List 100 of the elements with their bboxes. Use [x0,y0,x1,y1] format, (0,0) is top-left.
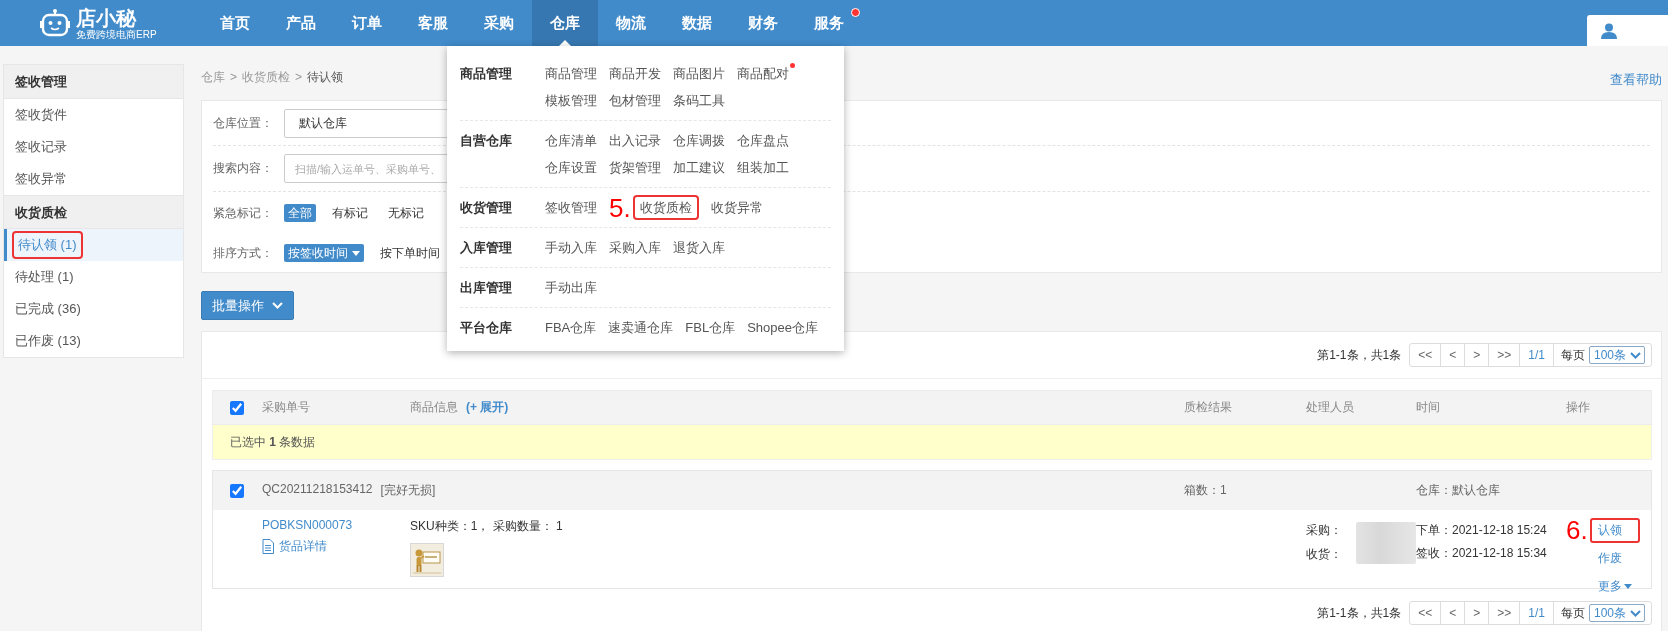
page-button[interactable]: > [1465,344,1490,366]
breadcrumb-separator: > [230,69,237,84]
page-button[interactable]: >> [1489,344,1521,366]
nav-tab[interactable]: 财务 [730,0,796,46]
per-page-select[interactable]: 100条 [1588,346,1645,364]
filter-option[interactable]: 全部 [284,204,316,222]
batch-actions-button[interactable]: 批量操作 [201,291,294,320]
menu-item[interactable]: 速卖通仓库 [608,314,674,341]
action-link[interactable]: 作废 [1589,546,1640,571]
action-link[interactable]: 更多 [1589,574,1640,599]
row-checkbox[interactable] [230,483,244,498]
sidebar-item[interactable]: 签收货件 [4,99,183,131]
selection-notice: 已选中 1 条数据 [230,433,316,451]
select-all-checkbox[interactable] [230,400,244,415]
filter-label: 紧急标记： [213,204,274,222]
chevron-icon [1630,609,1641,617]
column-header: 质检结果 [1184,400,1232,414]
user-icon [1601,22,1617,39]
menu-item[interactable]: 组装加工 [737,154,789,181]
menu-item[interactable]: 仓库盘点 [737,127,789,154]
user-menu[interactable] [1587,15,1668,46]
breadcrumb-current: 待认领 [307,69,344,84]
menu-item[interactable]: FBL仓库 [685,314,736,341]
sidebar-item[interactable]: 签收记录 [4,131,183,163]
menu-section-title: 自营仓库 [460,132,513,150]
time-text: 签收：2021-12-18 15:34 [1416,545,1548,562]
filter-label: 搜索内容： [213,160,274,177]
handler-label: 收货： [1306,546,1343,563]
column-header: 处理人员 [1306,400,1354,414]
menu-item[interactable]: 仓库设置 [545,154,597,181]
menu-item[interactable]: 仓库清单 [545,127,597,154]
menu-item[interactable]: 商品配对 [737,60,795,87]
filter-option[interactable]: 无标记 [384,204,428,222]
nav-tab[interactable]: 首页 [202,0,268,46]
sidebar-heading: 收货质检 [4,195,183,229]
nav-tab[interactable]: 仓库 [532,0,598,46]
chevron-icon [272,302,283,309]
menu-item[interactable]: 商品图片 [673,60,725,87]
page-button[interactable]: < [1441,602,1466,624]
sidebar-item[interactable]: 签收异常 [4,163,183,195]
filter-option[interactable]: 按下单时间 [376,244,444,262]
logo-text: 店小秘 [76,6,138,29]
menu-item[interactable]: 商品管理 [545,60,597,87]
page-button[interactable]: << [1410,344,1442,366]
page-indicator: 1/1 [1520,602,1554,624]
column-header: 操作 [1566,400,1590,414]
filter-option[interactable]: 按签收时间 [284,244,364,262]
sku-summary: SKU种类：1， 采购数量： 1 [410,518,564,535]
annotation-number: 6. [1566,518,1588,542]
detail-link[interactable]: 货品详情 [262,538,410,555]
menu-item[interactable]: 包材管理 [609,87,661,114]
per-page-select[interactable]: 100条 [1588,604,1645,622]
page-button[interactable]: >> [1489,602,1521,624]
menu-item[interactable]: 退货入库 [673,234,725,261]
menu-item[interactable]: 加工建议 [673,154,725,181]
inspection-code: QC20211218153412 [262,482,373,498]
annotation-number: 5. [609,195,631,220]
redacted-name [1356,522,1416,564]
menu-section-title: 商品管理 [460,65,513,83]
nav-tab[interactable]: 订单 [334,0,400,46]
nav-tab[interactable]: 采购 [466,0,532,46]
nav-tab[interactable]: 服务 [796,0,862,46]
pagination-summary: 第1-1条，共1条 [1317,346,1402,364]
menu-item[interactable]: 条码工具 [673,87,725,114]
sidebar-item[interactable]: 已作废 (13) [4,325,183,357]
page-button[interactable]: << [1410,602,1442,624]
nav-tab[interactable]: 客服 [400,0,466,46]
menu-item[interactable]: 采购入库 [609,234,661,261]
help-link[interactable]: 查看帮助 [1610,71,1662,89]
page-button[interactable]: > [1465,602,1490,624]
menu-item[interactable]: 商品开发 [609,60,661,87]
menu-item[interactable]: 收货异常 [710,194,763,221]
handler-label: 采购： [1306,522,1343,539]
document-icon [262,539,274,554]
logo-tagline: 免费跨境电商ERP [76,28,157,40]
menu-item[interactable]: 货架管理 [609,154,661,181]
menu-item[interactable]: FBA仓库 [545,314,597,341]
menu-item[interactable]: 出入记录 [609,127,661,154]
menu-item[interactable]: 手动出库 [545,274,597,301]
sidebar-item[interactable]: 已完成 (36) [4,293,183,325]
caret-icon [1623,584,1632,589]
sidebar-heading: 签收管理 [4,65,183,99]
sidebar-item[interactable]: 待处理 (1) [4,261,183,293]
menu-item[interactable]: 模板管理 [545,87,597,114]
menu-item[interactable]: 仓库调拨 [673,127,725,154]
nav-tab[interactable]: 数据 [664,0,730,46]
po-link[interactable]: POBKSN000073 [262,518,410,532]
menu-item[interactable]: Shopee仓库 [747,314,818,341]
menu-item[interactable]: 签收管理 [545,194,597,221]
menu-item[interactable]: 收货质检 [632,195,699,220]
filter-option[interactable]: 有标记 [328,204,372,222]
nav-tab[interactable]: 产品 [268,0,334,46]
per-page-label: 每页 [1559,604,1586,622]
notification-dot [851,8,860,17]
warehouse-label: 仓库：默认仓库 [1416,482,1501,499]
nav-tab[interactable]: 物流 [598,0,664,46]
time-text: 下单：2021-12-18 15:24 [1416,522,1548,539]
page-button[interactable]: < [1441,344,1466,366]
action-link[interactable]: 认领 [1589,518,1640,543]
menu-item[interactable]: 手动入库 [545,234,597,261]
